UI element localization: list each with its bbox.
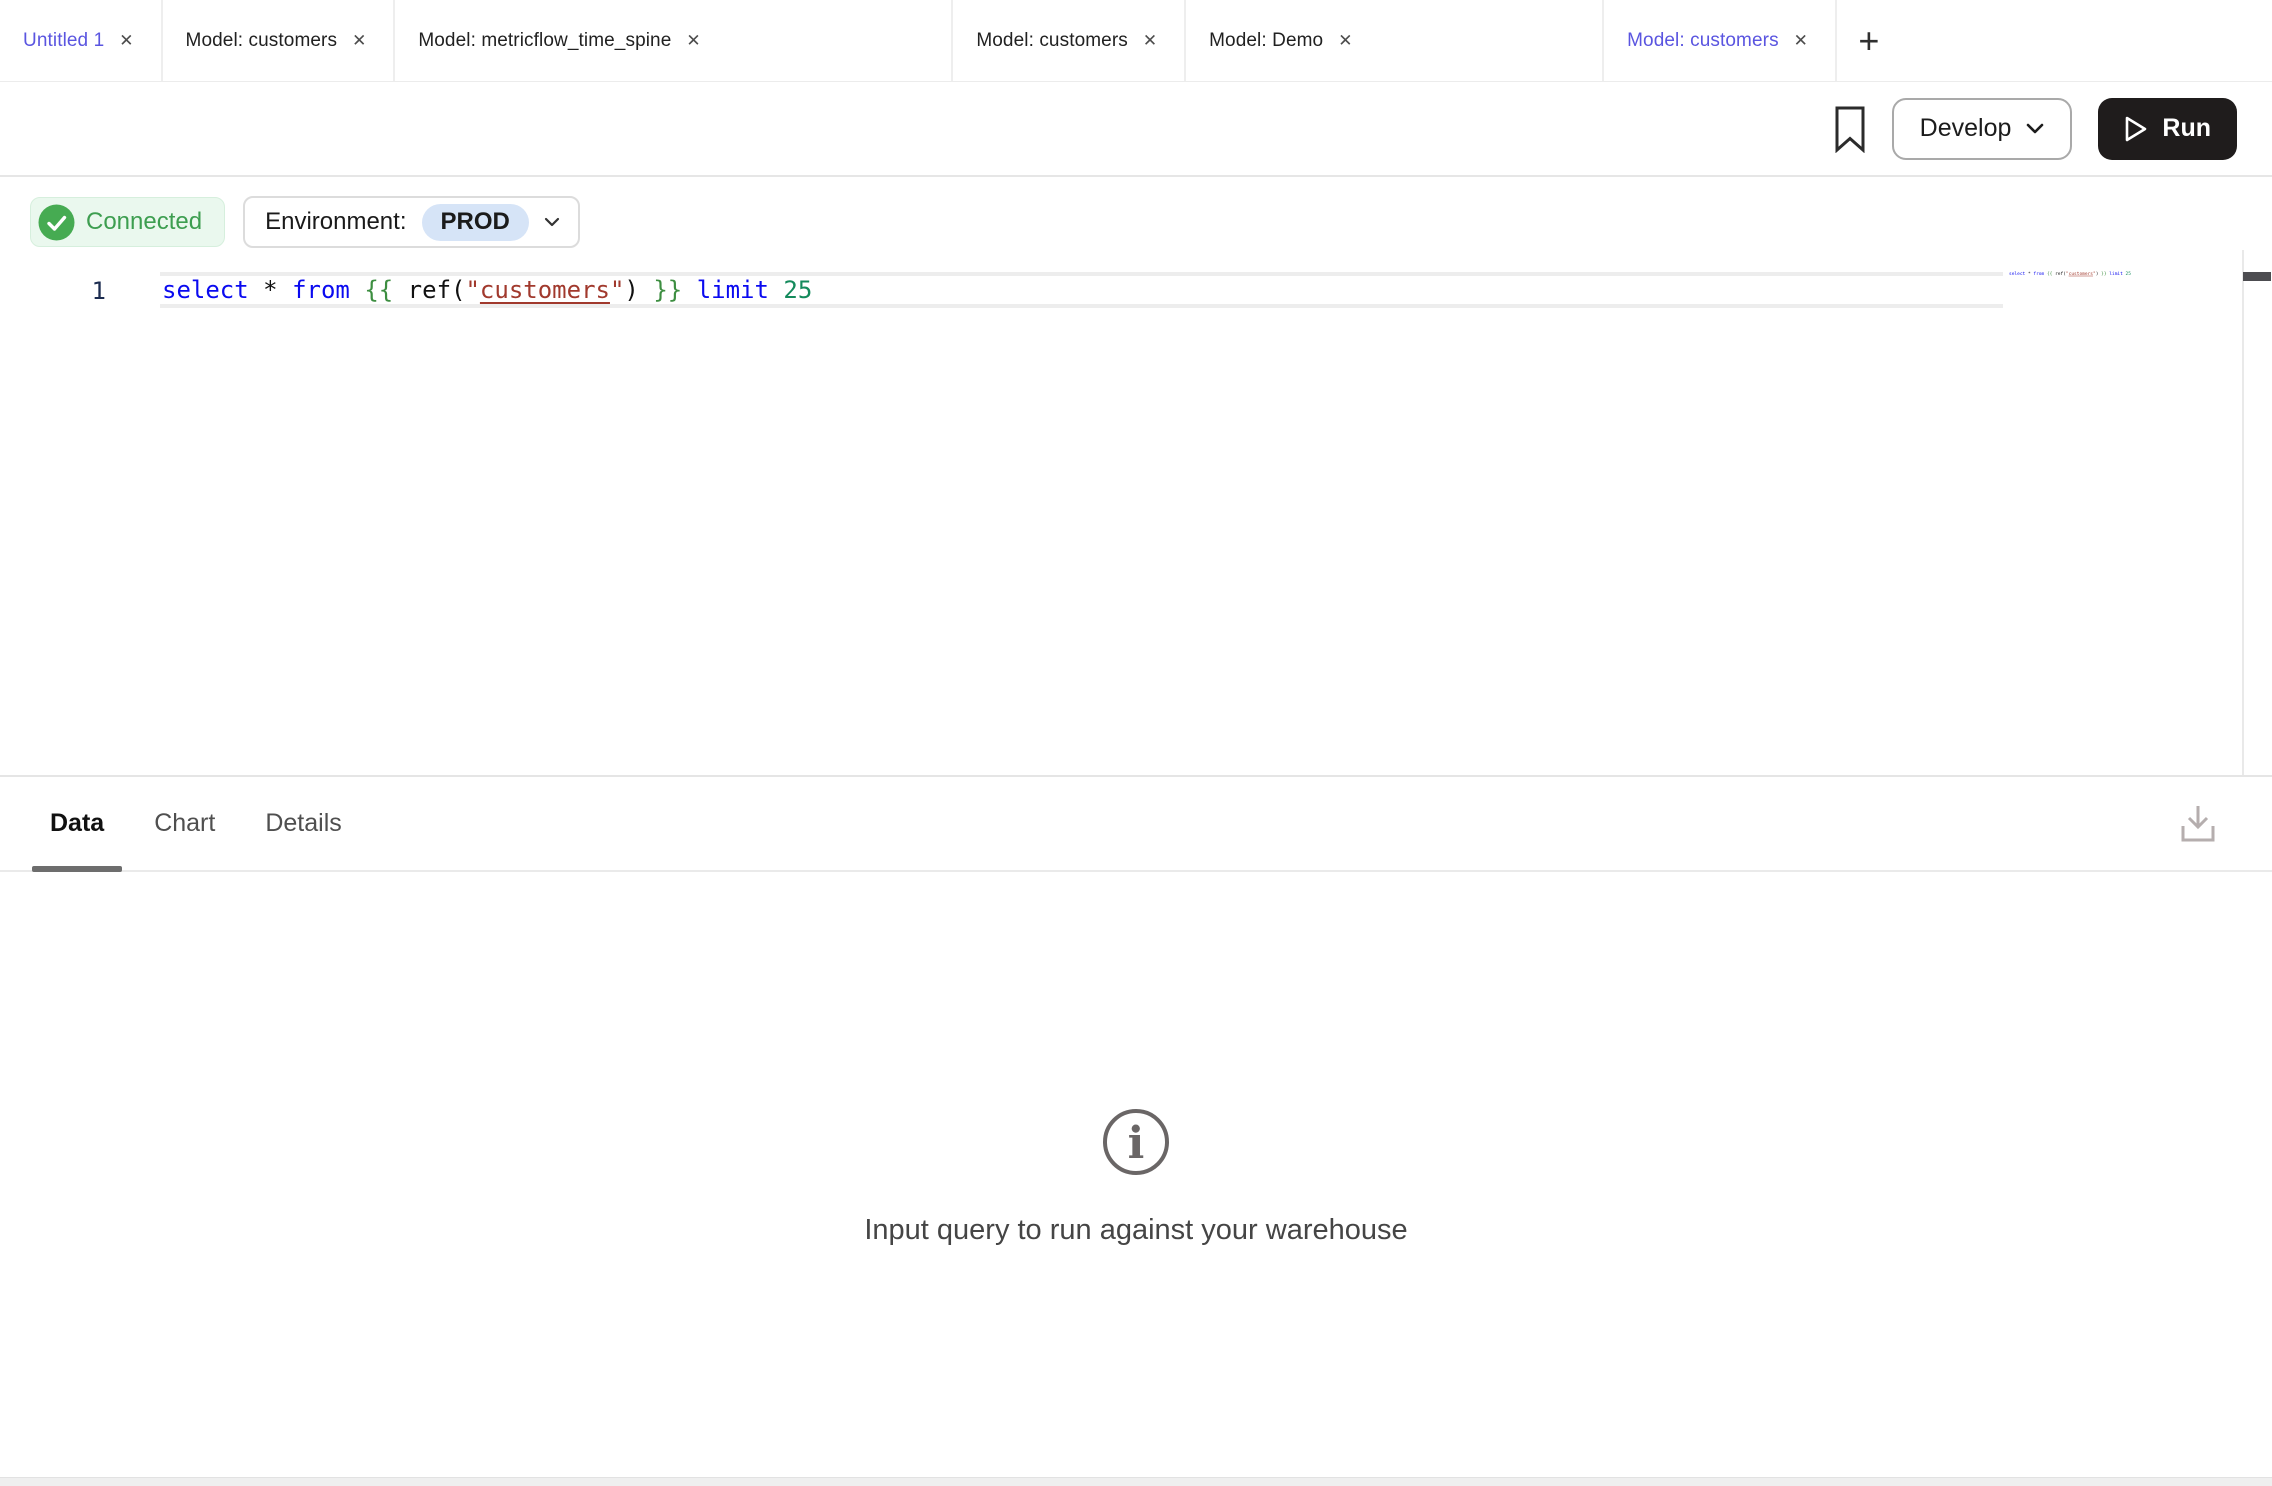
tab-label: Model: customers: [976, 30, 1128, 52]
develop-button[interactable]: Develop: [1892, 98, 2073, 160]
editor-tab-bar: Untitled 1 ✕ Model: customers ✕ Model: m…: [0, 0, 2272, 82]
connection-status-badge: Connected: [30, 197, 225, 247]
environment-value-pill: PROD: [422, 204, 529, 241]
check-circle-icon: [38, 204, 75, 241]
info-icon: i: [1102, 1108, 1170, 1176]
tab-chart[interactable]: Chart: [136, 777, 233, 870]
tab-model-metricflow-time-spine[interactable]: Model: metricflow_time_spine ✕: [395, 0, 953, 81]
editor-status-row: Connected Environment: PROD: [30, 196, 580, 248]
tab-label: Model: customers: [1627, 30, 1779, 52]
new-tab-button[interactable]: +: [1837, 0, 1901, 81]
close-icon[interactable]: ✕: [1792, 30, 1810, 51]
develop-label: Develop: [1920, 114, 2012, 143]
results-panel: Data Chart Details i Input query to run …: [0, 775, 2272, 1477]
minimap-separator: [2242, 250, 2244, 775]
tab-model-customers-2[interactable]: Model: customers ✕: [953, 0, 1186, 81]
close-icon[interactable]: ✕: [684, 30, 702, 51]
empty-state-message: Input query to run against your warehous…: [864, 1214, 1407, 1247]
close-icon[interactable]: ✕: [1141, 30, 1159, 51]
close-icon[interactable]: ✕: [117, 30, 135, 51]
empty-state: i Input query to run against your wareho…: [0, 872, 2272, 1477]
connected-label: Connected: [86, 208, 202, 236]
close-icon[interactable]: ✕: [350, 30, 368, 51]
sql-editor: Connected Environment: PROD 1 select * f…: [0, 177, 2272, 775]
environment-label: Environment:: [265, 208, 406, 236]
bookmark-icon[interactable]: [1834, 105, 1866, 153]
tab-label: Untitled 1: [23, 30, 104, 52]
bottom-strip: [0, 1477, 2272, 1486]
tab-untitled-1[interactable]: Untitled 1 ✕: [0, 0, 163, 81]
svg-text:i: i: [1128, 1118, 1145, 1169]
tab-label: Model: metricflow_time_spine: [418, 30, 671, 52]
play-icon: [2124, 115, 2148, 143]
download-icon: [2179, 804, 2217, 844]
chevron-down-icon: [544, 217, 560, 227]
line-number: 1: [0, 273, 106, 309]
tab-label: Model: Demo: [1209, 30, 1323, 52]
code-line[interactable]: select * from {{ ref("customers") }} lim…: [162, 272, 812, 308]
toolbar: Develop Run: [0, 82, 2272, 177]
minimap[interactable]: select * from {{ ref("customers") }} lim…: [2009, 271, 2239, 311]
run-label: Run: [2162, 114, 2211, 143]
environment-selector[interactable]: Environment: PROD: [243, 196, 580, 248]
download-button[interactable]: [2179, 804, 2217, 844]
tab-model-customers-1[interactable]: Model: customers ✕: [163, 0, 396, 81]
close-icon[interactable]: ✕: [1336, 30, 1354, 51]
scrollbar-thumb[interactable]: [2243, 272, 2271, 281]
chevron-down-icon: [2026, 123, 2044, 134]
tab-model-demo[interactable]: Model: Demo ✕: [1186, 0, 1604, 81]
tab-model-customers-3[interactable]: Model: customers ✕: [1604, 0, 1837, 81]
tab-details[interactable]: Details: [247, 777, 359, 870]
results-tab-bar: Data Chart Details: [0, 777, 2272, 872]
ide-window: Untitled 1 ✕ Model: customers ✕ Model: m…: [0, 0, 2272, 1486]
run-button[interactable]: Run: [2098, 98, 2237, 160]
tab-data[interactable]: Data: [32, 777, 122, 870]
tab-label: Model: customers: [186, 30, 338, 52]
